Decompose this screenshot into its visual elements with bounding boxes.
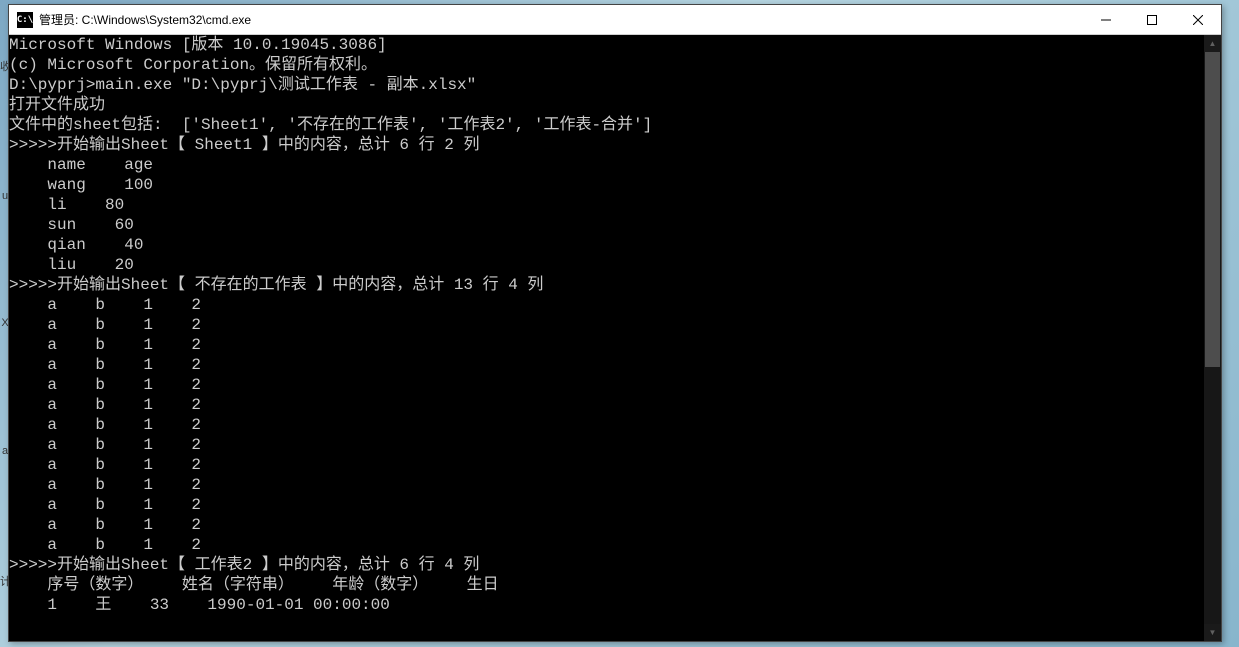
terminal-output[interactable]: Microsoft Windows [版本 10.0.19045.3086] (… (9, 35, 1221, 641)
terminal-line: 打开文件成功 (9, 95, 1221, 115)
terminal-line: a b 1 2 (9, 535, 1221, 555)
close-button[interactable] (1175, 5, 1221, 34)
terminal-line: Microsoft Windows [版本 10.0.19045.3086] (9, 35, 1221, 55)
cmd-icon: C:\ (17, 12, 33, 28)
cmd-window: C:\ 管理员: C:\Windows\System32\cmd.exe Mic… (8, 4, 1222, 642)
terminal-line: 1 王 33 1990-01-01 00:00:00 (9, 595, 1221, 615)
terminal-line: >>>>>开始输出Sheet【 工作表2 】中的内容，总计 6 行 4 列 (9, 555, 1221, 575)
close-icon (1193, 15, 1203, 25)
window-controls (1083, 5, 1221, 34)
terminal-line: a b 1 2 (9, 315, 1221, 335)
terminal-line: >>>>>开始输出Sheet【 Sheet1 】中的内容，总计 6 行 2 列 (9, 135, 1221, 155)
minimize-button[interactable] (1083, 5, 1129, 34)
terminal-line: qian 40 (9, 235, 1221, 255)
window-title: 管理员: C:\Windows\System32\cmd.exe (39, 11, 251, 28)
terminal-line: a b 1 2 (9, 355, 1221, 375)
terminal-line: a b 1 2 (9, 375, 1221, 395)
terminal-line: >>>>>开始输出Sheet【 不存在的工作表 】中的内容，总计 13 行 4 … (9, 275, 1221, 295)
terminal-line: liu 20 (9, 255, 1221, 275)
terminal-line: sun 60 (9, 215, 1221, 235)
terminal-line: li 80 (9, 195, 1221, 215)
terminal-line: wang 100 (9, 175, 1221, 195)
scroll-down-arrow-icon[interactable]: ▼ (1204, 624, 1221, 641)
minimize-icon (1101, 15, 1111, 25)
terminal-line: 文件中的sheet包括: ['Sheet1', '不存在的工作表', '工作表2… (9, 115, 1221, 135)
titlebar[interactable]: C:\ 管理员: C:\Windows\System32\cmd.exe (9, 5, 1221, 35)
terminal-line: a b 1 2 (9, 475, 1221, 495)
terminal-line: (c) Microsoft Corporation。保留所有权利。 (9, 55, 1221, 75)
vertical-scrollbar[interactable]: ▲ ▼ (1204, 35, 1221, 641)
terminal-line: a b 1 2 (9, 455, 1221, 475)
scrollbar-thumb[interactable] (1205, 52, 1220, 367)
terminal-line: name age (9, 155, 1221, 175)
terminal-line: a b 1 2 (9, 395, 1221, 415)
terminal-line: a b 1 2 (9, 295, 1221, 315)
terminal-line: 序号（数字） 姓名（字符串） 年龄（数字） 生日 (9, 575, 1221, 595)
terminal-line: D:\pyprj>main.exe "D:\pyprj\测试工作表 - 副本.x… (9, 75, 1221, 95)
scroll-up-arrow-icon[interactable]: ▲ (1204, 35, 1221, 52)
terminal-line: a b 1 2 (9, 495, 1221, 515)
terminal-line: a b 1 2 (9, 435, 1221, 455)
terminal-line: a b 1 2 (9, 335, 1221, 355)
maximize-icon (1147, 15, 1157, 25)
scrollbar-track[interactable] (1204, 52, 1221, 624)
terminal-line: a b 1 2 (9, 415, 1221, 435)
maximize-button[interactable] (1129, 5, 1175, 34)
terminal-line: a b 1 2 (9, 515, 1221, 535)
